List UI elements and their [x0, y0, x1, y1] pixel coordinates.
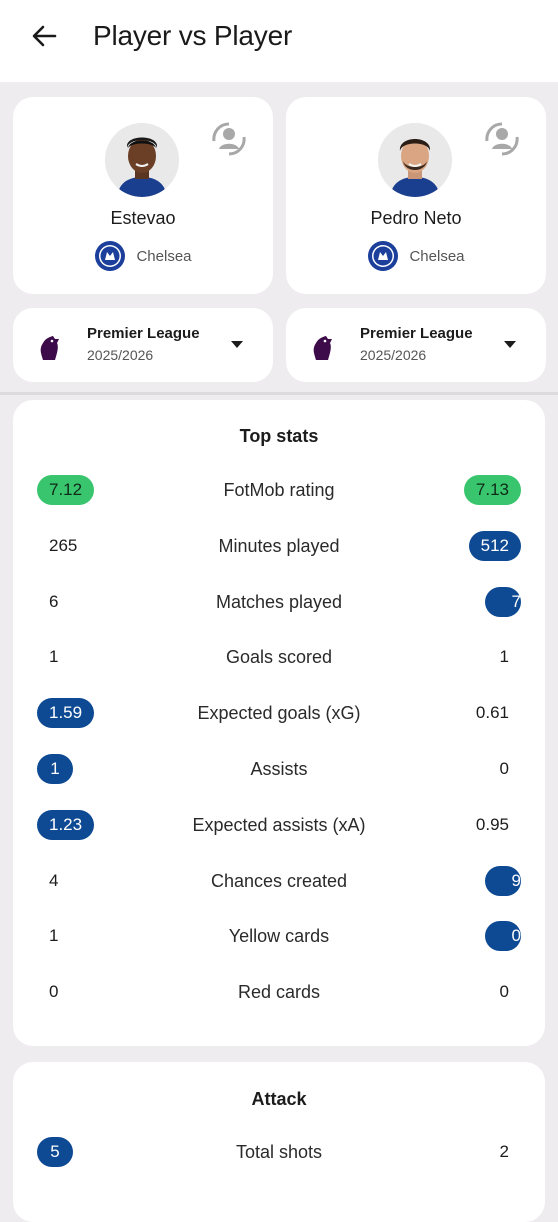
swap-player-icon[interactable] [209, 119, 249, 159]
league-selector-left[interactable]: Premier League 2025/2026 [13, 308, 273, 382]
stat-row: Chances created 4 9 [13, 863, 545, 899]
league-season: 2025/2026 [87, 347, 154, 363]
league-season: 2025/2026 [360, 347, 427, 363]
stat-row: Minutes played 265 512 [13, 528, 545, 564]
player-name: Estevao [110, 208, 176, 228]
stat-value-right: 0 [499, 982, 509, 1002]
stat-value-right: 7.13 [463, 475, 521, 505]
arrow-left-icon [32, 25, 57, 47]
stat-value-left: 4 [49, 870, 59, 890]
app-bar: Player vs Player [0, 0, 558, 82]
stat-value-right: 512 [468, 530, 521, 561]
stat-row: Goals scored 1 1 [13, 639, 545, 675]
team-name: Chelsea [136, 247, 192, 265]
team-row: Chelsea [286, 240, 546, 272]
player-avatar [105, 123, 179, 197]
stat-value-right: 0.95 [475, 814, 509, 834]
stat-value-right: 0.61 [475, 703, 509, 723]
stat-row: Expected assists (xA) 1.23 0.95 [13, 807, 545, 843]
stat-row: Red cards 0 0 [13, 974, 545, 1010]
stat-value-left: 1 [49, 926, 59, 946]
caret-down-icon [504, 341, 516, 348]
stat-value-left: 1.23 [37, 809, 95, 840]
section-title: Top stats [239, 426, 319, 446]
stat-label: Red cards [237, 982, 321, 1003]
stat-row: Expected goals (xG) 1.59 0.61 [13, 695, 545, 731]
stat-value-right: 0 [499, 759, 509, 778]
stat-row: Matches played 6 7 [13, 584, 545, 620]
stat-value-left: 6 [49, 591, 59, 611]
stat-label: Yellow cards [228, 926, 330, 947]
stat-value-left: 0 [49, 982, 59, 1002]
player-avatar [378, 123, 452, 197]
section-title: Attack [251, 1089, 307, 1109]
stat-label: Assists [250, 759, 308, 779]
player-card-left[interactable]: Estevao Chelsea [13, 97, 273, 294]
stat-value-right: 1 [499, 647, 509, 667]
divider [0, 392, 558, 395]
league-name: Premier League [360, 325, 473, 342]
premier-league-icon [40, 336, 59, 360]
chelsea-crest-icon [368, 241, 399, 271]
stat-label: Goals scored [225, 647, 333, 668]
stat-row: Total shots 5 2 [13, 1134, 545, 1170]
league-name: Premier League [87, 325, 200, 342]
stat-row: FotMob rating 7.12 7.13 [13, 472, 545, 508]
stat-value-left: 5 [37, 1137, 73, 1167]
stat-value-left: 1 [37, 754, 73, 784]
swap-player-icon[interactable] [482, 119, 522, 159]
chelsea-crest-icon [95, 241, 126, 271]
stat-label: Minutes played [218, 535, 340, 556]
team-name: Chelsea [409, 247, 465, 265]
caret-down-icon [231, 341, 243, 348]
stat-value-right: 9 [485, 865, 521, 896]
team-row: Chelsea [13, 240, 273, 272]
stat-row: Assists 1 0 [13, 751, 545, 787]
page-title: Player vs Player [93, 20, 293, 51]
stat-value-left: 7.12 [37, 475, 95, 505]
stat-value-right: 7 [485, 586, 521, 617]
league-selector-right[interactable]: Premier League 2025/2026 [286, 308, 546, 382]
stat-value-left: 1 [49, 647, 59, 667]
player-card-right[interactable]: Pedro Neto Chelsea [286, 97, 546, 294]
premier-league-icon [313, 336, 332, 360]
stat-label: Chances created [210, 870, 348, 891]
attack-card: Attack Total shots 5 2 [13, 1062, 545, 1222]
top-stats-card: Top stats FotMob rating 7.12 7.13 Minutes p… [13, 400, 545, 1046]
stat-value-left: 265 [49, 535, 78, 555]
stat-value-right: 0 [485, 921, 521, 952]
back-button[interactable] [26, 18, 62, 54]
stat-value-right: 2 [499, 1142, 509, 1161]
stat-row: Yellow cards 1 0 [13, 918, 545, 954]
stat-label: Total shots [235, 1142, 323, 1162]
stat-label: Matches played [215, 591, 343, 612]
player-name: Pedro Neto [370, 208, 462, 228]
stat-value-left: 1.59 [37, 698, 95, 729]
